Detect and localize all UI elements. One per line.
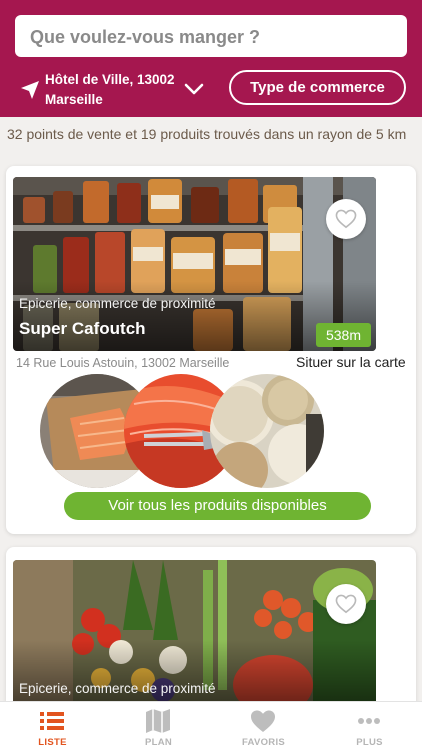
store-card[interactable]: Epicerie, commerce de proximité: [6, 547, 416, 717]
tab-plus[interactable]: PLUS: [317, 702, 422, 750]
heart-outline-icon: [335, 594, 357, 614]
store-card[interactable]: Epicerie, commerce de proximité Super Ca…: [6, 166, 416, 534]
store-address: 14 Rue Louis Astouin, 13002 Marseille: [16, 356, 230, 370]
all-products-button[interactable]: Voir tous les produits disponibles: [64, 492, 371, 520]
store-category: Epicerie, commerce de proximité: [19, 681, 216, 696]
search-input[interactable]: Que voulez-vous manger ?: [15, 15, 407, 57]
store-category: Epicerie, commerce de proximité: [19, 296, 216, 311]
favorite-button[interactable]: [326, 199, 366, 239]
heart-outline-icon: [335, 209, 357, 229]
tab-label: FAVORIS: [241, 737, 286, 748]
tab-label: PLUS: [356, 737, 383, 748]
results-summary: 32 points de vente et 19 produits trouvé…: [7, 126, 407, 142]
photo-gradient: [13, 640, 376, 710]
distance-badge: 538m: [315, 323, 371, 347]
tab-label: PLAN: [144, 737, 173, 748]
favorite-button[interactable]: [326, 584, 366, 624]
store-name: Super Cafoutch: [19, 319, 146, 338]
business-type-button[interactable]: Type de commerce: [229, 70, 406, 105]
more-icon: [358, 718, 380, 724]
store-photo[interactable]: Epicerie, commerce de proximité: [13, 560, 376, 710]
map-icon: [146, 709, 170, 733]
tab-liste[interactable]: LISTE: [0, 702, 105, 750]
location-line1: Hôtel de Ville, 13002: [45, 72, 175, 87]
locate-on-map-link[interactable]: Situer sur la carte: [296, 354, 406, 370]
product-thumb-cheese[interactable]: [210, 374, 324, 488]
list-icon: [40, 712, 64, 730]
tab-label: LISTE: [38, 737, 67, 748]
location-selector[interactable]: Hôtel de Ville, 13002 Marseille: [45, 70, 195, 110]
tab-favoris[interactable]: FAVORIS: [211, 702, 316, 750]
chevron-down-icon[interactable]: [184, 82, 204, 96]
bottom-tab-bar: LISTE PLAN FAVORIS PLUS: [0, 701, 422, 750]
location-line2: Marseille: [45, 92, 103, 107]
heart-icon: [251, 710, 275, 732]
header: Que voulez-vous manger ? Hôtel de Ville,…: [0, 0, 422, 117]
tab-plan[interactable]: PLAN: [106, 702, 211, 750]
store-photo[interactable]: Epicerie, commerce de proximité Super Ca…: [13, 177, 376, 351]
location-arrow-icon[interactable]: [19, 79, 41, 101]
